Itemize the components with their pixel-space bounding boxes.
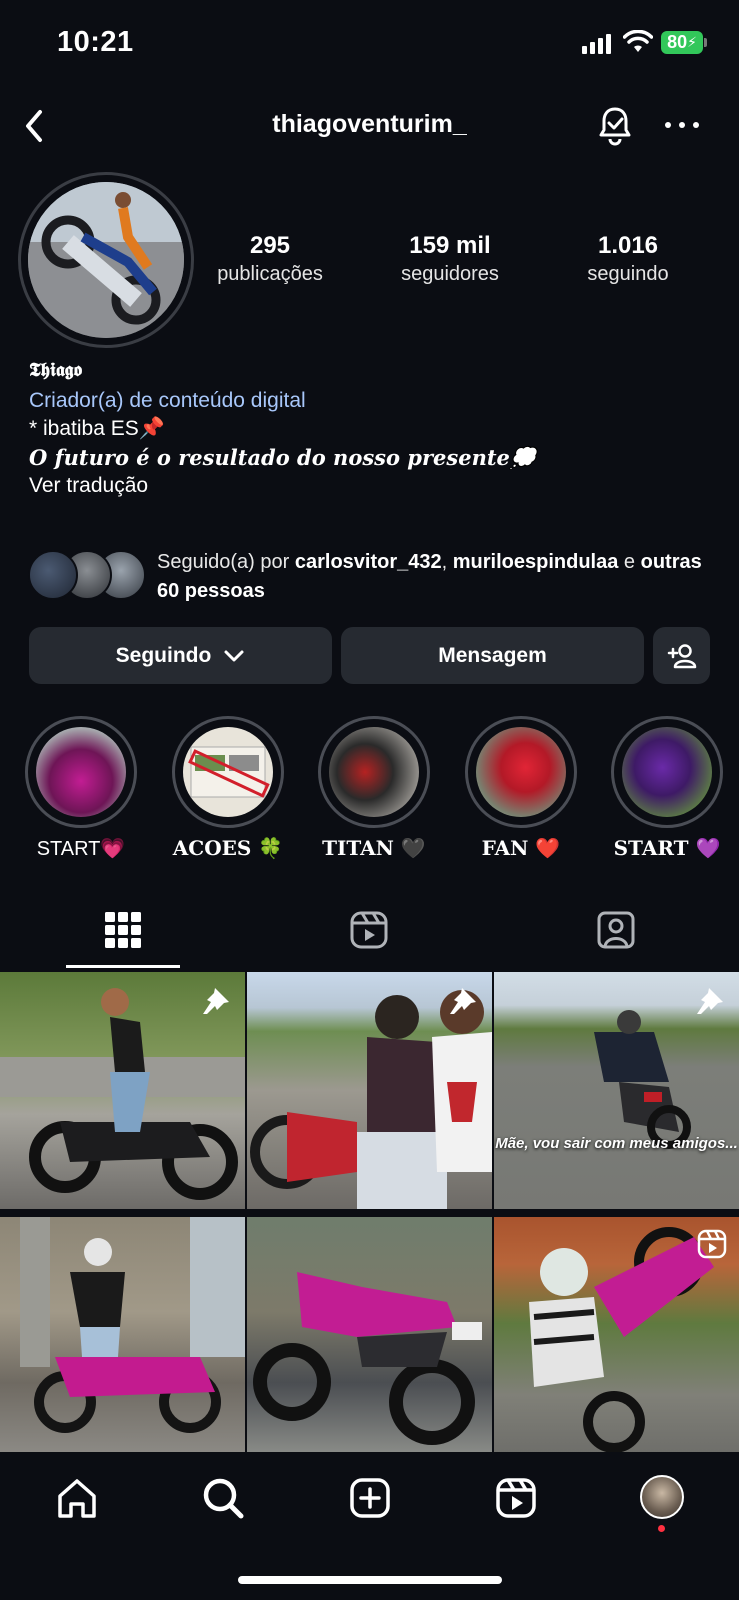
wifi-icon — [623, 30, 653, 52]
reels-icon[interactable] — [349, 910, 389, 950]
stat-following-value: 1.016 — [597, 232, 659, 259]
highlight-item[interactable]: FAN ❤️ — [463, 716, 579, 860]
highlight-item[interactable]: START💗 — [23, 716, 139, 861]
highlight-ring — [318, 716, 430, 828]
post-thumbnail[interactable]: Mãe, vou sair com meus amigos... — [494, 972, 739, 1209]
highlight-label: START💗 — [36, 838, 126, 860]
search-icon[interactable] — [201, 1476, 245, 1520]
pin-icon — [203, 988, 229, 1014]
add-person-icon — [667, 643, 696, 668]
followed-by-and: e — [618, 551, 641, 573]
stat-followers-label: seguidores — [401, 263, 499, 285]
battery-tip — [704, 38, 707, 47]
bio-category[interactable]: Criador(a) de conteúdo digital — [29, 389, 306, 413]
post-caption: Mãe, vou sair com meus amigos... — [495, 1135, 738, 1152]
following-button[interactable]: Seguindo — [29, 627, 332, 684]
reel-badge-icon — [697, 1229, 727, 1259]
stat-followers-value: 159 mil — [409, 232, 491, 259]
highlight-item[interactable]: TITAN 🖤 — [316, 716, 432, 860]
highlight-label: FAN ❤️ — [481, 836, 561, 860]
bio-quote: O futuro é o resultado do nosso presente… — [29, 445, 537, 470]
highlight-item[interactable]: ACOES 🍀 — [170, 716, 286, 860]
active-tab-underline — [66, 965, 180, 968]
stat-posts[interactable]: 295 publicações — [190, 232, 350, 288]
followed-by-prefix: Seguido(a) por — [157, 551, 295, 573]
tagged-icon[interactable] — [596, 910, 636, 950]
highlight-ring — [611, 716, 723, 828]
grid-icon[interactable] — [103, 910, 143, 950]
message-button[interactable]: Mensagem — [341, 627, 644, 684]
highlight-cover — [36, 727, 126, 817]
see-translation-link[interactable]: Ver tradução — [29, 474, 148, 498]
highlight-ring — [25, 716, 137, 828]
bio-display-name: 𝕿𝖍𝖎𝖆𝖌𝖔 — [29, 359, 82, 381]
stat-following[interactable]: 1.016 seguindo — [548, 232, 708, 288]
followed-by-avatars[interactable] — [28, 550, 146, 600]
stat-posts-value: 295 — [249, 232, 291, 259]
highlight-item[interactable]: START 💜 — [609, 716, 725, 860]
profile-nav-avatar[interactable] — [640, 1475, 684, 1519]
pin-icon — [450, 988, 476, 1014]
highlight-label: START 💜 — [613, 836, 721, 860]
battery-level: 80 — [667, 32, 688, 52]
cellular-signal-icon — [582, 34, 611, 54]
highlight-label: ACOES 🍀 — [172, 836, 284, 860]
post-thumbnail[interactable] — [247, 972, 492, 1209]
more-dots-icon[interactable] — [665, 112, 699, 138]
post-thumbnail[interactable] — [494, 1217, 739, 1454]
stat-followers[interactable]: 159 mil seguidores — [370, 232, 530, 288]
highlight-cover — [183, 727, 273, 817]
message-button-label: Mensagem — [438, 643, 547, 667]
following-button-label: Seguindo — [115, 643, 212, 667]
notification-bell-icon[interactable] — [596, 104, 634, 146]
suggest-people-button[interactable] — [653, 627, 710, 684]
posts-grid: Mãe, vou sair com meus amigos... — [0, 972, 739, 1454]
followed-by-user1: carlosvitor_432 — [294, 551, 442, 573]
home-indicator — [238, 1576, 502, 1584]
pin-icon — [697, 988, 723, 1014]
stat-posts-label: publicações — [217, 263, 323, 285]
bio-location: * ibatiba ES📌 — [29, 417, 165, 440]
highlight-cover — [622, 727, 712, 817]
stat-following-label: seguindo — [587, 263, 669, 285]
chevron-down-icon — [224, 650, 244, 661]
battery-icon: 80 ⚡ — [661, 31, 703, 54]
post-thumbnail[interactable] — [0, 972, 245, 1209]
post-thumbnail[interactable] — [247, 1217, 492, 1454]
bio-name-text: 𝕿𝖍𝖎𝖆𝖌𝖔 — [29, 359, 83, 381]
followed-by-text[interactable]: Seguido(a) por carlosvitor_432, muriloes… — [157, 548, 717, 606]
profile-avatar[interactable] — [28, 182, 184, 338]
reels-nav-icon[interactable] — [494, 1476, 538, 1520]
follower-avatar — [28, 550, 78, 600]
create-icon[interactable] — [348, 1476, 392, 1520]
highlight-cover — [329, 727, 419, 817]
highlight-label: TITAN 🖤 — [322, 836, 426, 860]
notification-dot — [658, 1525, 665, 1532]
followed-by-separator: , — [441, 551, 453, 573]
followed-by-user2: muriloespindulaa — [452, 551, 619, 573]
highlight-cover — [476, 727, 566, 817]
status-time: 10:21 — [57, 26, 134, 58]
highlight-ring — [172, 716, 284, 828]
post-thumbnail[interactable] — [0, 1217, 245, 1454]
highlight-ring — [465, 716, 577, 828]
home-icon[interactable] — [55, 1476, 99, 1520]
